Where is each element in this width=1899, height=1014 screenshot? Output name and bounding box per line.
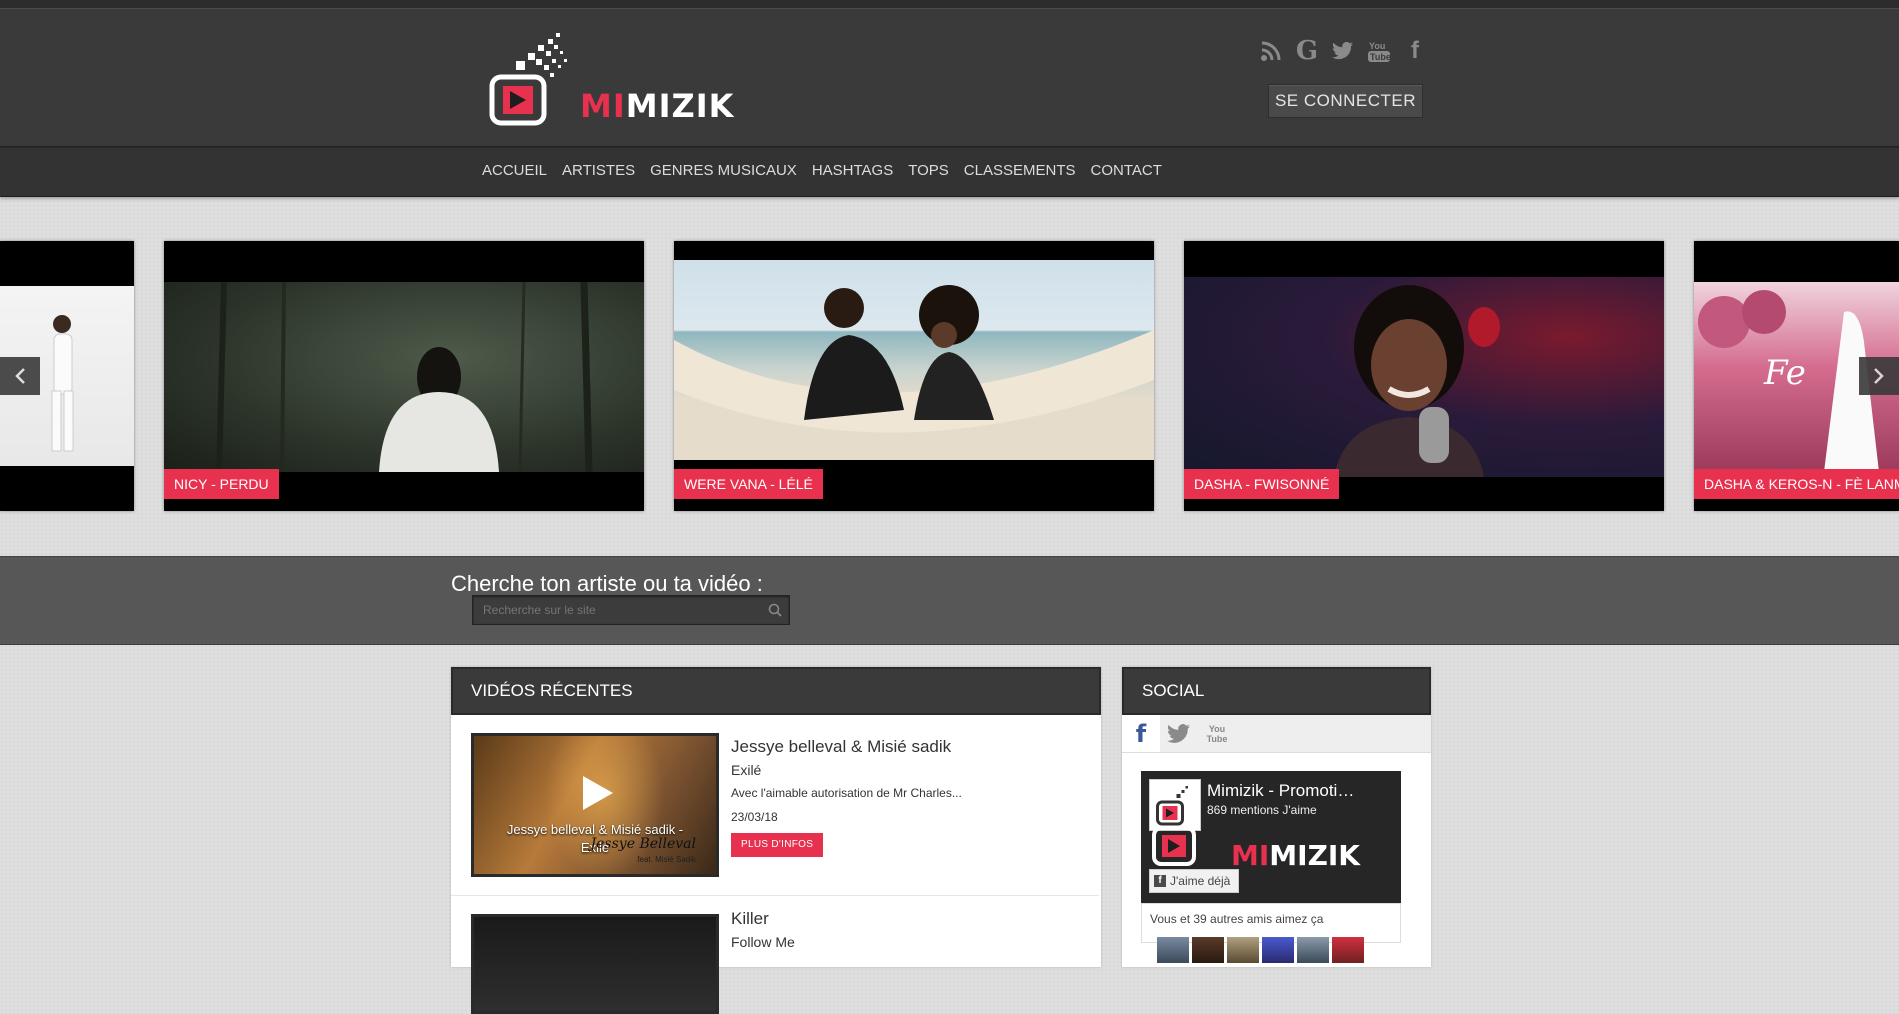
list-item: Killer Follow Me	[451, 896, 1099, 1014]
video-song: Follow Me	[731, 934, 795, 950]
slide-caption: WERE VANA - LÉLÉ	[674, 469, 823, 499]
youtube-icon: You Tube	[1206, 723, 1228, 744]
recent-videos-title: VIDÉOS RÉCENTES	[451, 667, 1101, 715]
fb-friends-text: Vous et 39 autres amis aimez ça	[1150, 912, 1324, 926]
slide-image	[164, 281, 644, 473]
thumb-watermark: Jessye Belleval	[590, 836, 696, 852]
nav-item-genres[interactable]: GENRES MUSICAUX	[650, 162, 797, 179]
facebook-icon[interactable]: f	[1403, 37, 1427, 64]
thumb-watermark-small: feat. Misié Sadik	[637, 855, 696, 864]
list-item: Jessye belleval & Misié sadik - Exilé Je…	[451, 715, 1099, 896]
site-header: MIMIZIK G You Tube f SE CONNECTER	[0, 9, 1899, 147]
nav-item-accueil[interactable]: ACCUEIL	[482, 162, 547, 179]
top-strip	[0, 0, 1899, 9]
slide-image	[1184, 277, 1664, 477]
video-description: Avec l'aimable autorisation de Mr Charle…	[731, 786, 962, 800]
video-artist[interactable]: Killer	[731, 909, 769, 929]
search-input[interactable]	[473, 596, 773, 624]
social-tabs: f You Tube	[1122, 715, 1431, 753]
slide-caption: DASHA - FWISONNÉ	[1184, 469, 1340, 499]
slide-caption: DASHA & KEROS-N - FÈ LANM	[1694, 469, 1899, 499]
chevron-right-icon	[1874, 368, 1884, 384]
fb-likes-count: 869 mentions J'aime	[1207, 803, 1317, 817]
chevron-left-icon	[15, 368, 25, 384]
fb-like-button[interactable]: f J'aime déjà	[1149, 869, 1240, 893]
twitter-icon	[1167, 723, 1190, 743]
facebook-icon: f	[1154, 875, 1166, 887]
facebook-page-widget[interactable]: Mimizik - Promoti… 869 mentions J'aime M…	[1141, 771, 1401, 903]
fb-page-name[interactable]: Mimizik - Promoti…	[1207, 781, 1354, 801]
avatar[interactable]	[1192, 937, 1224, 963]
slide-were-vana-lele[interactable]: WERE VANA - LÉLÉ	[674, 241, 1154, 511]
search-section: Cherche ton artiste ou ta vidéo :	[0, 556, 1899, 645]
slider-next-button[interactable]	[1859, 357, 1899, 395]
avatar[interactable]	[1262, 937, 1294, 963]
recent-videos-panel: VIDÉOS RÉCENTES Jessye belleval & Misié …	[451, 667, 1101, 1014]
video-thumbnail[interactable]: Jessye belleval & Misié sadik - Exilé Je…	[471, 733, 719, 877]
slide-dasha-fwisonne[interactable]: DASHA - FWISONNÉ	[1184, 241, 1664, 511]
avatar[interactable]	[1297, 937, 1329, 963]
rss-icon[interactable]	[1259, 39, 1283, 63]
nav-item-artistes[interactable]: ARTISTES	[562, 162, 635, 179]
nav-item-hashtags[interactable]: HASHTAGS	[812, 162, 893, 179]
slide-nicy-perdu[interactable]: NICY - PERDU	[164, 241, 644, 511]
fb-cover-logo: MIMIZIK	[1231, 839, 1360, 872]
logo-text: MIMIZIK	[580, 87, 735, 125]
google-icon[interactable]: G	[1295, 36, 1319, 66]
video-song: Exilé	[731, 762, 762, 778]
nav-item-tops[interactable]: TOPS	[908, 162, 949, 179]
slider-prev-button[interactable]	[0, 357, 40, 395]
fb-cover-tv-icon	[1152, 826, 1196, 866]
search-title: Cherche ton artiste ou ta vidéo :	[451, 571, 763, 596]
header-social-links: G You Tube f	[1259, 36, 1427, 66]
avatar[interactable]	[1227, 937, 1259, 963]
nav-item-contact[interactable]: CONTACT	[1091, 162, 1162, 179]
video-artist[interactable]: Jessye belleval & Misié sadik	[731, 737, 951, 757]
facebook-icon: f	[1135, 719, 1147, 748]
search-icon[interactable]	[767, 602, 783, 618]
tab-twitter[interactable]	[1160, 715, 1198, 752]
slide-caption: NICY - PERDU	[164, 469, 279, 499]
social-title: SOCIAL	[1122, 667, 1431, 715]
avatar[interactable]	[1332, 937, 1364, 963]
tab-facebook[interactable]: f	[1122, 715, 1160, 752]
video-thumbnail[interactable]	[471, 914, 719, 1014]
more-info-button[interactable]: PLUS D'INFOS	[731, 833, 824, 857]
youtube-icon[interactable]: You Tube	[1367, 39, 1391, 63]
fb-friend-avatars	[1157, 937, 1364, 963]
nav-item-classements[interactable]: CLASSEMENTS	[964, 162, 1076, 179]
avatar[interactable]	[1157, 937, 1189, 963]
svg-text:Fe: Fe	[1763, 353, 1806, 393]
svg-text:Tube: Tube	[1370, 52, 1391, 62]
slide-image	[674, 260, 1154, 460]
login-button[interactable]: SE CONNECTER	[1268, 84, 1423, 118]
search-box	[472, 595, 790, 625]
play-icon	[583, 776, 613, 810]
main-navigation: ACCUEIL ARTISTES GENRES MUSICAUX HASHTAG…	[0, 147, 1899, 197]
social-panel: SOCIAL f You Tube Mimizik - Promoti… 869…	[1122, 667, 1431, 967]
twitter-icon[interactable]	[1331, 39, 1355, 63]
svg-text:You: You	[1369, 41, 1385, 51]
tab-youtube[interactable]: You Tube	[1198, 715, 1236, 752]
video-date: 23/03/18	[731, 810, 778, 824]
logo-tv-icon	[489, 33, 567, 126]
site-logo[interactable]: MIMIZIK	[488, 31, 768, 131]
